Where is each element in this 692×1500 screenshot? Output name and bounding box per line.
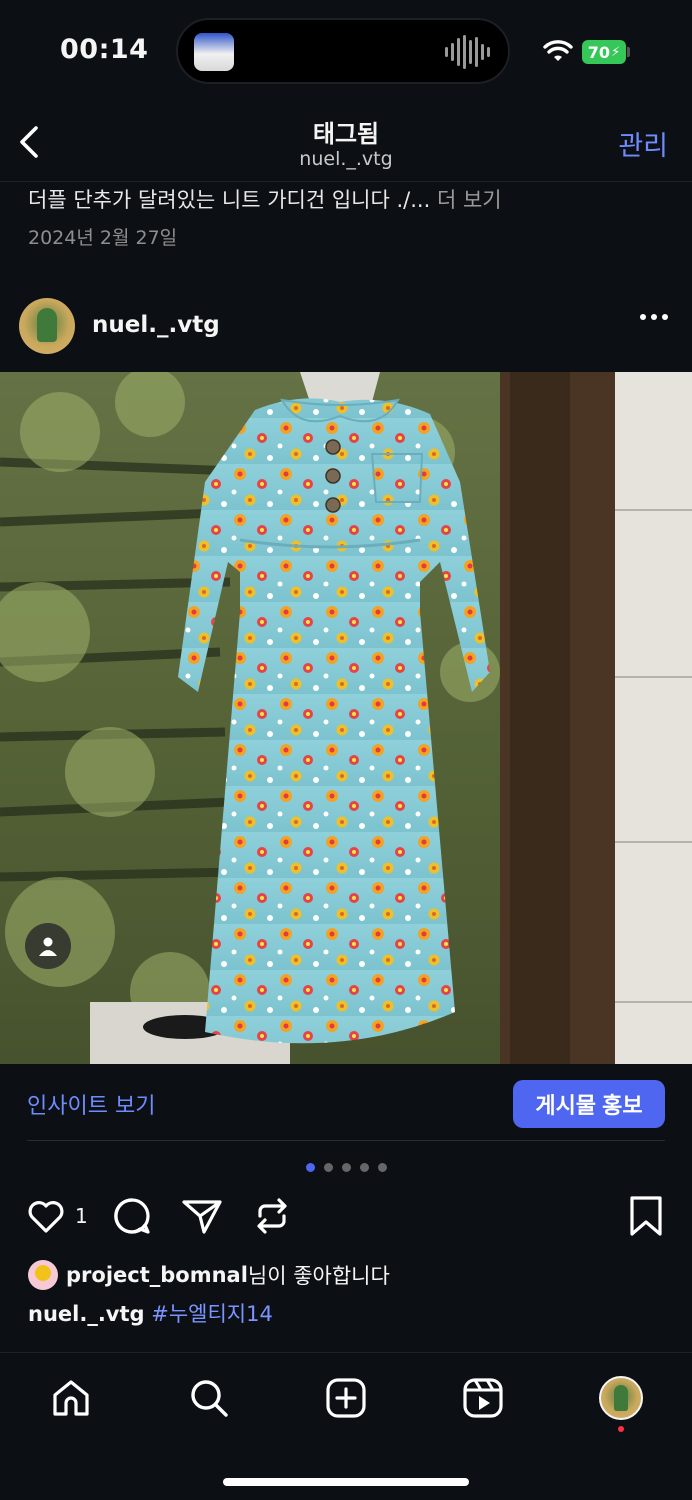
carousel-dot: [377, 1163, 387, 1172]
caption-hashtag[interactable]: #누엘티지14: [151, 1302, 273, 1326]
reels-icon: [463, 1378, 503, 1418]
view-insights-link[interactable]: 인사이트 보기: [27, 1088, 155, 1120]
carousel-indicator: [0, 1163, 692, 1172]
profile-avatar: [599, 1376, 643, 1420]
tab-reels[interactable]: [460, 1375, 506, 1421]
post-image[interactable]: [0, 372, 692, 1064]
status-bar: 00:14 70 ⚡: [0, 0, 692, 100]
carousel-dot: [341, 1163, 351, 1172]
liker-avatar: [28, 1260, 58, 1290]
battery-indicator: 70 ⚡: [582, 40, 626, 64]
tab-search[interactable]: [186, 1375, 232, 1421]
comment-icon[interactable]: [110, 1194, 154, 1238]
status-time: 00:14: [60, 34, 149, 65]
dress-photo: [0, 372, 692, 1064]
tab-create[interactable]: [323, 1375, 369, 1421]
post-actions: 1: [0, 1194, 692, 1240]
repost-icon[interactable]: [250, 1194, 294, 1238]
heart-icon[interactable]: [24, 1194, 68, 1238]
more-options-icon[interactable]: [640, 314, 668, 320]
audio-wave-icon: [445, 35, 490, 69]
manage-button[interactable]: 관리: [618, 124, 668, 163]
promote-post-button[interactable]: 게시물 홍보: [513, 1080, 665, 1128]
post-author-avatar[interactable]: [19, 298, 75, 354]
dynamic-island[interactable]: [176, 18, 510, 84]
notification-dot: [618, 1426, 624, 1432]
carousel-dot: [323, 1163, 333, 1172]
like-count[interactable]: 1: [75, 1204, 88, 1228]
previous-caption-text: 더플 단추가 달려있는 니트 가디건 입니다 ./...: [28, 188, 431, 212]
now-playing-thumbnail: [194, 33, 234, 71]
post-header: nuel._.vtg: [0, 296, 692, 356]
wifi-icon: [543, 40, 573, 61]
page-subtitle: nuel._.vtg: [299, 148, 393, 170]
liked-suffix: 님이 좋아합니다: [247, 1264, 390, 1288]
previous-post-caption[interactable]: 더플 단추가 달려있는 니트 가디건 입니다 ./... 더 보기: [28, 184, 502, 214]
carousel-dot: [359, 1163, 369, 1172]
post-caption: nuel._.vtg #누엘티지14: [28, 1298, 273, 1328]
search-icon: [191, 1380, 228, 1417]
caption-username[interactable]: nuel._.vtg: [28, 1302, 145, 1326]
carousel-dot: [305, 1163, 315, 1172]
share-icon[interactable]: [180, 1194, 224, 1238]
charging-bolt-icon: ⚡: [611, 44, 621, 60]
insights-row: 인사이트 보기 게시물 홍보: [0, 1064, 692, 1142]
page-title: 태그됨: [312, 120, 380, 148]
top-header: 태그됨 nuel._.vtg 관리: [0, 100, 692, 182]
likes-summary[interactable]: project_bomnal 님이 좋아합니다: [28, 1260, 390, 1290]
divider: [27, 1140, 665, 1141]
previous-post-date: 2024년 2월 27일: [28, 227, 178, 249]
tagged-user-icon[interactable]: [25, 923, 71, 969]
liker-username[interactable]: project_bomnal: [66, 1263, 248, 1287]
battery-tip: [627, 47, 630, 57]
tab-profile[interactable]: [598, 1375, 644, 1421]
home-indicator[interactable]: [223, 1478, 469, 1486]
bookmark-icon[interactable]: [626, 1194, 666, 1238]
battery-level: 70: [587, 42, 611, 62]
tab-home[interactable]: [48, 1375, 94, 1421]
post-username[interactable]: nuel._.vtg: [92, 312, 220, 338]
create-icon: [326, 1378, 366, 1418]
home-icon: [53, 1380, 89, 1416]
see-more-link[interactable]: 더 보기: [437, 188, 502, 212]
